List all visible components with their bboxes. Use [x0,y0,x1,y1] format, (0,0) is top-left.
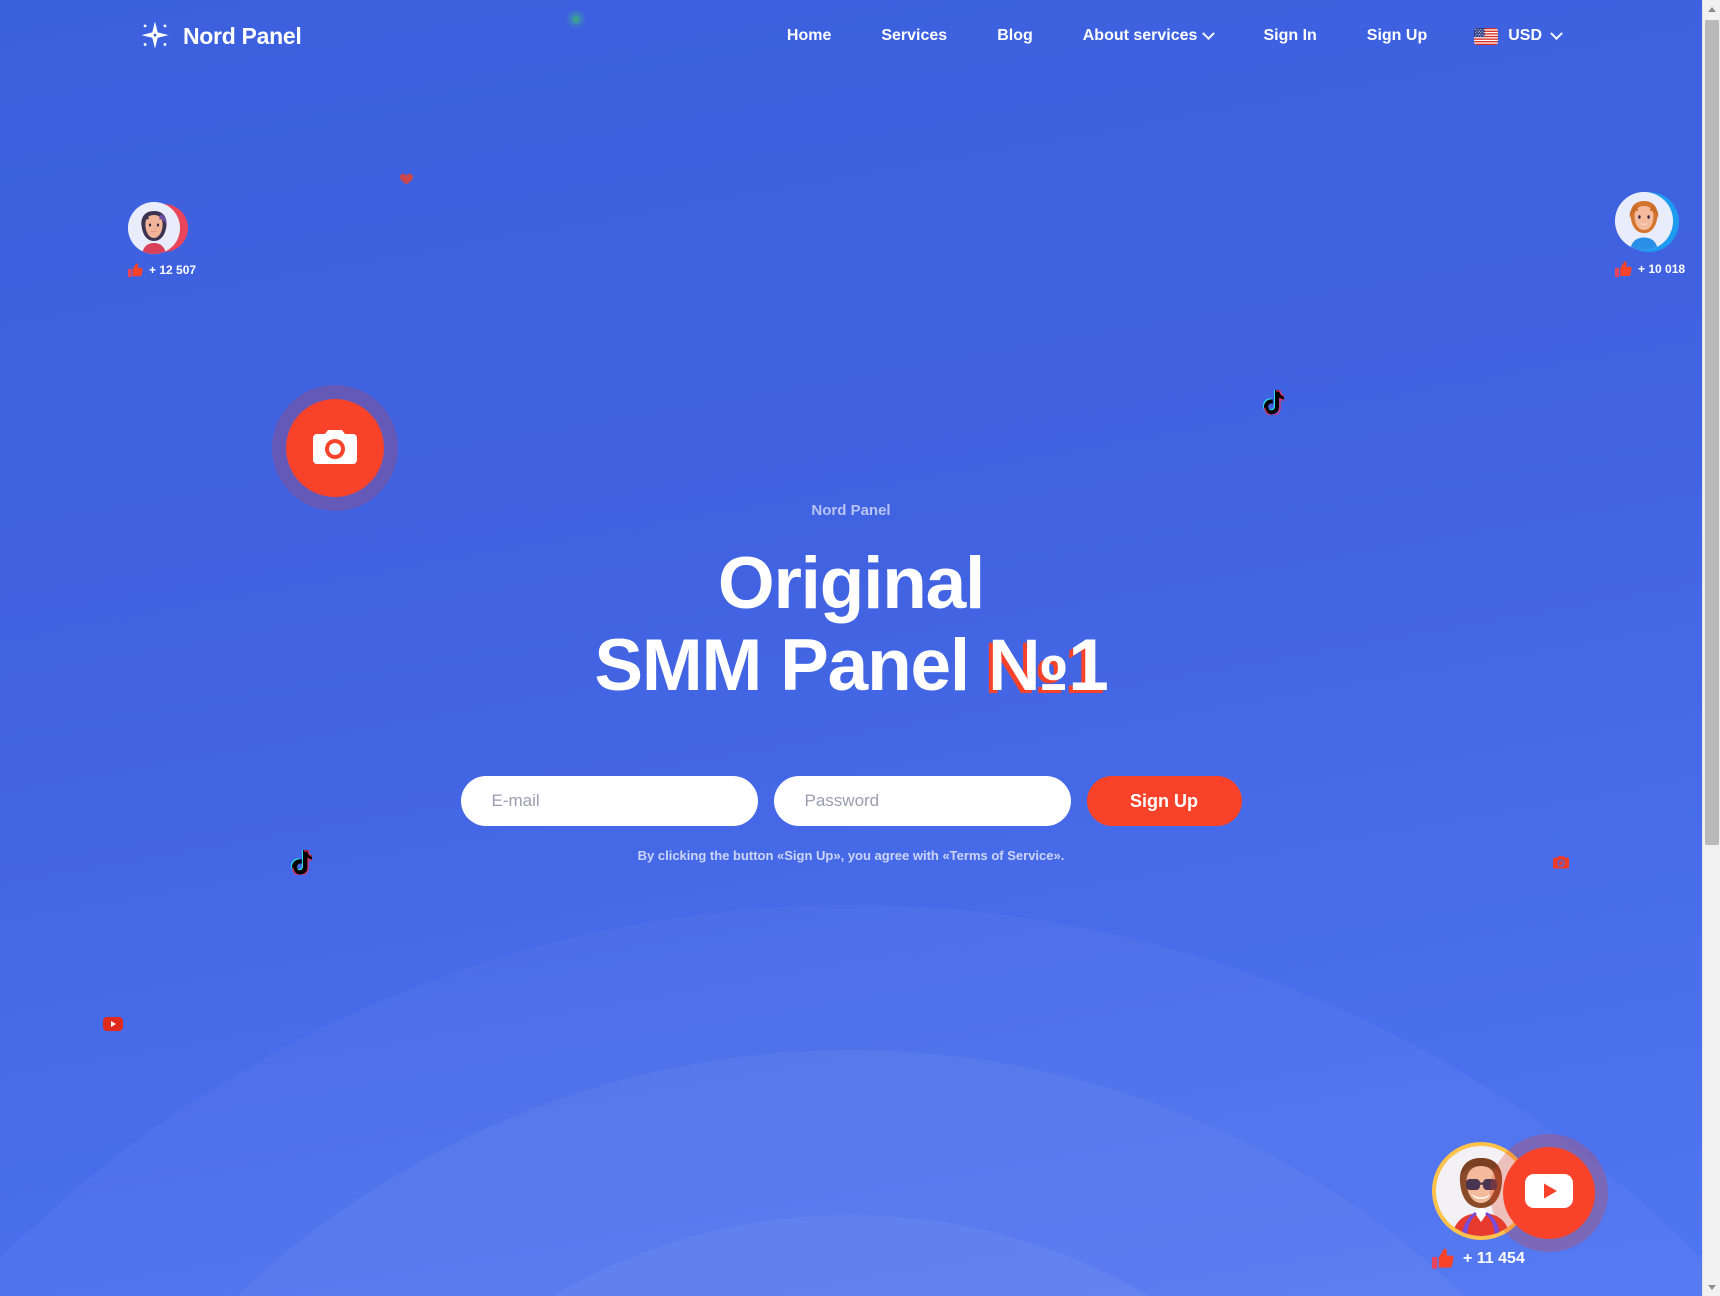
instagram-bubble-disc [286,399,384,497]
tiktok-icon-left [290,849,314,880]
chevron-up-icon [1708,6,1716,12]
browser-page: Nord Panel Home Services Blog About serv… [0,0,1720,1296]
email-input[interactable] [460,776,758,826]
nav-item-about-services[interactable]: About services [1058,19,1239,53]
thumbs-up-icon [128,263,143,277]
currency-label: USD [1508,27,1542,44]
brand-name: Nord Panel [183,22,302,49]
nav-label-home: Home [786,27,832,44]
avatar [1615,192,1673,250]
likes-counter: + 11 454 [1432,1248,1632,1269]
thumbs-up-icon [1615,261,1632,277]
password-input[interactable] [773,776,1071,826]
thumbs-up-icon [1432,1248,1454,1269]
nav-label-blog: Blog [997,27,1033,44]
decor-arc-inner [261,1215,1441,1296]
main-navigation: Home Services Blog About services Sign I… [762,19,1567,53]
nav-item-sign-in[interactable]: Sign In [1238,19,1341,53]
heart-icon-small [400,172,413,190]
avatar-ring [1615,192,1679,256]
nav-label-sign-in: Sign In [1263,27,1317,44]
headline-accent-number: №1 [984,625,1109,710]
chevron-down-icon [1202,26,1216,40]
avatar [128,202,180,254]
likes-value: + 11 454 [1463,1249,1525,1267]
instagram-icon [311,424,359,473]
hero-section: Nord Panel Home Services Blog About serv… [0,0,1702,1296]
nav-item-home[interactable]: Home [762,19,856,53]
avatar-ring [1432,1134,1632,1252]
instagram-bubble [272,385,398,511]
hero-eyebrow: Nord Panel [811,502,891,519]
nav-label-about-services: About services [1082,27,1198,44]
likes-value: + 12 507 [149,263,197,277]
nav-item-blog[interactable]: Blog [972,19,1058,53]
page-viewport: Nord Panel Home Services Blog About serv… [0,0,1702,1296]
headline-line-2: SMM Panel №1 [0,625,1702,710]
signup-submit-button[interactable]: Sign Up [1086,776,1242,826]
scrollbar-thumb[interactable] [1705,20,1719,845]
us-flag-icon [1474,27,1499,45]
terms-notice: By clicking the button «Sign Up», you ag… [637,848,1065,863]
vertical-scrollbar[interactable] [1702,0,1720,1296]
chevron-down-icon-scroll [1708,1284,1716,1290]
avatar-card-top-right: + 10 018 [1615,192,1685,277]
nav-label-services: Services [881,27,948,44]
signup-form: Sign Up [0,776,1702,826]
tiktok-icon-right [1262,389,1286,420]
chevron-down-icon-currency [1550,26,1563,40]
youtube-icon-small [103,1017,123,1036]
site-header: Nord Panel Home Services Blog About serv… [0,0,1702,72]
likes-counter: + 10 018 [1615,261,1685,277]
currency-selector[interactable]: USD [1452,19,1567,53]
youtube-icon [1525,1173,1573,1213]
nav-label-sign-up: Sign Up [1366,27,1428,44]
likes-value: + 10 018 [1638,262,1686,276]
headline-line-2-prefix: SMM Panel [594,625,989,706]
avatar-card-top-left: + 12 507 [128,202,196,277]
likes-counter: + 12 507 [128,263,196,277]
hero-headline: Original SMM Panel №1 [0,543,1702,710]
nav-item-services[interactable]: Services [856,19,972,53]
scroll-up-button[interactable] [1703,0,1720,18]
avatar-ring [128,202,188,258]
compass-star-icon [140,21,170,51]
brand-logo[interactable]: Nord Panel [140,21,302,51]
nav-item-sign-up[interactable]: Sign Up [1342,19,1452,53]
instagram-icon-small [1552,854,1570,875]
headline-line-1: Original [717,543,985,624]
avatar-card-bottom-right: + 11 454 [1432,1134,1632,1269]
scroll-down-button[interactable] [1703,1278,1720,1296]
youtube-bubble [1503,1147,1595,1239]
